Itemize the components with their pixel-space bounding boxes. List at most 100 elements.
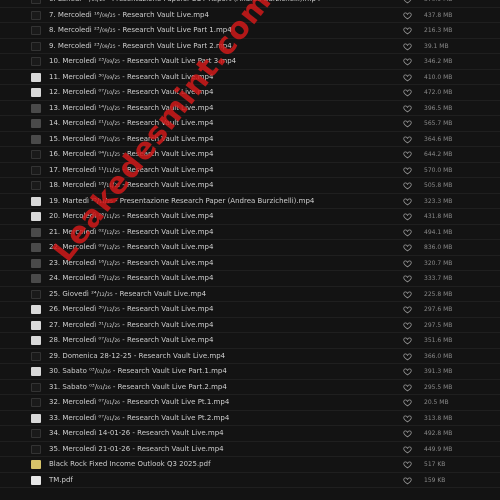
- file-name[interactable]: 35. Mercoledì 21-01-26 - Research Vault …: [49, 444, 224, 455]
- file-name[interactable]: Black Rock Fixed Income Outlook Q3 2025.…: [49, 459, 211, 470]
- file-row[interactable]: 35. Mercoledì 21-01-26 - Research Vault …: [0, 442, 500, 457]
- favorite-heart-icon[interactable]: [403, 445, 412, 454]
- favorite-heart-icon[interactable]: [403, 181, 412, 190]
- favorite-heart-icon[interactable]: [403, 274, 412, 283]
- favorite-heart-icon[interactable]: [403, 150, 412, 159]
- file-row[interactable]: 16. Mercoledì ⁰⁴/₁₁/₂₅ - Research Vault …: [0, 147, 500, 163]
- file-row[interactable]: 28. Mercoledì ⁰⁷/₀₁/₂₆ - Research Vault …: [0, 333, 500, 349]
- file-name[interactable]: 7. Mercoledì ¹⁶/₀₉/₂₅ - Research Vault L…: [49, 10, 209, 21]
- favorite-heart-icon[interactable]: [403, 73, 412, 82]
- file-row[interactable]: 13. Mercoledì ¹⁴/₁₀/₂₅ - Research Vault …: [0, 101, 500, 116]
- favorite-heart-icon[interactable]: [403, 0, 412, 4]
- video-thumbnail-icon: [31, 398, 41, 407]
- file-row[interactable]: 21. Mercoledì ⁰²/₁₂/₂₅ - Research Vault …: [0, 225, 500, 240]
- favorite-heart-icon[interactable]: [403, 290, 412, 299]
- file-name[interactable]: 9. Mercoledì ²³/₀₉/₂₅ - Research Vault L…: [49, 41, 232, 52]
- file-name[interactable]: 25. Giovedì ²⁴/₁₂/₂₅ - Research Vault Li…: [49, 289, 206, 300]
- favorite-heart-icon[interactable]: [403, 352, 412, 361]
- file-name[interactable]: 14. Mercoledì ²¹/₁₀/₂₅ - Research Vault …: [49, 118, 213, 129]
- favorite-heart-icon[interactable]: [403, 26, 412, 35]
- favorite-heart-icon[interactable]: [403, 104, 412, 113]
- file-row[interactable]: Black Rock Fixed Income Outlook Q3 2025.…: [0, 457, 500, 473]
- file-row[interactable]: 17. Mercoledì ¹¹/₁₁/₂₅ - Research Vault …: [0, 163, 500, 178]
- favorite-heart-icon[interactable]: [403, 383, 412, 392]
- file-name[interactable]: 11. Mercoledì ³⁰/₀₉/₂₅ - Research Vault …: [49, 72, 213, 83]
- file-row[interactable]: 8. Mercoledì ²³/₀₉/₂₅ - Research Vault L…: [0, 23, 500, 39]
- favorite-heart-icon[interactable]: [403, 212, 412, 221]
- file-name[interactable]: 23. Mercoledì ¹⁶/₁₂/₂₅ - Research Vault …: [49, 258, 213, 269]
- favorite-heart-icon[interactable]: [403, 119, 412, 128]
- favorite-heart-icon[interactable]: [403, 57, 412, 66]
- favorite-heart-icon[interactable]: [403, 197, 412, 206]
- file-row[interactable]: 30. Sabato ⁰³/₀₁/₂₆ - Research Vault Liv…: [0, 364, 500, 380]
- file-name[interactable]: 21. Mercoledì ⁰²/₁₂/₂₅ - Research Vault …: [49, 227, 213, 238]
- file-name[interactable]: 32. Mercoledì ⁰⁷/₀₁/₂₆ - Research Vault …: [49, 397, 229, 408]
- file-name[interactable]: 26. Mercoledì ³⁰/₁₂/₂₅ - Research Vault …: [49, 304, 213, 315]
- favorite-heart-icon[interactable]: [403, 367, 412, 376]
- file-name[interactable]: 20. Mercoledì ²⁶/₁₁/₂₅ - Research Vault …: [49, 211, 213, 222]
- file-row[interactable]: 9. Mercoledì ²³/₀₉/₂₅ - Research Vault L…: [0, 39, 500, 54]
- file-row[interactable]: 11. Mercoledì ³⁰/₀₉/₂₅ - Research Vault …: [0, 70, 500, 85]
- file-name[interactable]: 22. Mercoledì ⁰⁹/₁₂/₂₅ - Research Vault …: [49, 242, 213, 253]
- favorite-heart-icon[interactable]: [403, 305, 412, 314]
- file-row[interactable]: 19. Martedì ²⁵/₁₁/₂₅ - Presentazione Res…: [0, 194, 500, 209]
- file-name[interactable]: 17. Mercoledì ¹¹/₁₁/₂₅ - Research Vault …: [49, 165, 213, 176]
- file-row[interactable]: 10. Mercoledì ²³/₀₉/₂₅ - Research Vault …: [0, 54, 500, 70]
- file-row[interactable]: 25. Giovedì ²⁴/₁₂/₂₅ - Research Vault Li…: [0, 287, 500, 302]
- favorite-heart-icon[interactable]: [403, 259, 412, 268]
- file-name[interactable]: 29. Domenica 28-12-25 - Research Vault L…: [49, 351, 225, 362]
- file-name[interactable]: 10. Mercoledì ²³/₀₉/₂₅ - Research Vault …: [49, 56, 236, 67]
- file-name[interactable]: TM.pdf: [49, 475, 73, 486]
- file-row[interactable]: TM.pdf 159 KB: [0, 473, 500, 488]
- file-size: 320.7 MB: [424, 259, 453, 267]
- file-name[interactable]: 27. Mercoledì ³¹/₁₂/₂₅ - Research Vault …: [49, 320, 213, 331]
- file-row[interactable]: 31. Sabato ⁰³/₀₁/₂₆ - Research Vault Liv…: [0, 380, 500, 395]
- file-row[interactable]: 23. Mercoledì ¹⁶/₁₂/₂₅ - Research Vault …: [0, 256, 500, 271]
- file-row[interactable]: 27. Mercoledì ³¹/₁₂/₂₅ - Research Vault …: [0, 318, 500, 333]
- file-row[interactable]: 26. Mercoledì ³⁰/₁₂/₂₅ - Research Vault …: [0, 302, 500, 318]
- video-thumbnail-icon: [31, 258, 41, 268]
- file-name[interactable]: 8. Mercoledì ²³/₀₉/₂₅ - Research Vault L…: [49, 25, 232, 36]
- file-row[interactable]: 15. Mercoledì ²⁸/₁₀/₂₅ - Research Vault …: [0, 132, 500, 147]
- favorite-heart-icon[interactable]: [403, 42, 412, 51]
- favorite-heart-icon[interactable]: [403, 414, 412, 423]
- favorite-heart-icon[interactable]: [403, 88, 412, 97]
- file-name[interactable]: 28. Mercoledì ⁰⁷/₀₁/₂₆ - Research Vault …: [49, 335, 213, 346]
- file-row[interactable]: 18. Mercoledì ¹⁸/₁₁/₂₅ - Research Vault …: [0, 178, 500, 194]
- file-name[interactable]: 12. Mercoledì ⁰⁷/₁₀/₂₅ - Research Vault …: [49, 87, 213, 98]
- file-name[interactable]: 31. Sabato ⁰³/₀₁/₂₆ - Research Vault Liv…: [49, 382, 227, 393]
- favorite-heart-icon[interactable]: [403, 243, 412, 252]
- file-row[interactable]: 22. Mercoledì ⁰⁹/₁₂/₂₅ - Research Vault …: [0, 240, 500, 256]
- file-row[interactable]: 14. Mercoledì ²¹/₁₀/₂₅ - Research Vault …: [0, 116, 500, 132]
- favorite-heart-icon[interactable]: [403, 166, 412, 175]
- file-name[interactable]: 19. Martedì ²⁵/₁₁/₂₅ - Presentazione Res…: [49, 196, 314, 207]
- file-name[interactable]: 34. Mercoledì 14-01-26 - Research Vault …: [49, 428, 224, 439]
- file-row[interactable]: 7. Mercoledì ¹⁶/₀₉/₂₅ - Research Vault L…: [0, 8, 500, 23]
- favorite-heart-icon[interactable]: [403, 476, 412, 485]
- file-row[interactable]: 32. Mercoledì ⁰⁷/₀₁/₂₆ - Research Vault …: [0, 395, 500, 411]
- file-name[interactable]: 30. Sabato ⁰³/₀₁/₂₆ - Research Vault Liv…: [49, 366, 227, 377]
- file-row[interactable]: 20. Mercoledì ²⁶/₁₁/₂₅ - Research Vault …: [0, 209, 500, 225]
- favorite-heart-icon[interactable]: [403, 228, 412, 237]
- file-row[interactable]: 29. Domenica 28-12-25 - Research Vault L…: [0, 349, 500, 364]
- file-name[interactable]: 15. Mercoledì ²⁸/₁₀/₂₅ - Research Vault …: [49, 134, 213, 145]
- file-name[interactable]: 6. Lunedì ¹⁰/₀₉/₂₅ - Presentazione Paper…: [49, 0, 320, 5]
- file-name[interactable]: 16. Mercoledì ⁰⁴/₁₁/₂₅ - Research Vault …: [49, 149, 213, 160]
- favorite-heart-icon[interactable]: [403, 398, 412, 407]
- file-name[interactable]: 18. Mercoledì ¹⁸/₁₁/₂₅ - Research Vault …: [49, 180, 213, 191]
- file-row[interactable]: 33. Mercoledì ⁰⁷/₀₁/₂₆ - Research Vault …: [0, 411, 500, 426]
- file-name[interactable]: 33. Mercoledì ⁰⁷/₀₁/₂₆ - Research Vault …: [49, 413, 229, 424]
- favorite-heart-icon[interactable]: [403, 336, 412, 345]
- file-row[interactable]: 12. Mercoledì ⁰⁷/₁₀/₂₅ - Research Vault …: [0, 85, 500, 101]
- favorite-heart-icon[interactable]: [403, 135, 412, 144]
- file-row[interactable]: 24. Mercoledì ²³/₁₂/₂₅ - Research Vault …: [0, 271, 500, 287]
- favorite-heart-icon[interactable]: [403, 11, 412, 20]
- file-name[interactable]: 13. Mercoledì ¹⁴/₁₀/₂₅ - Research Vault …: [49, 103, 213, 114]
- file-row[interactable]: 34. Mercoledì 14-01-26 - Research Vault …: [0, 426, 500, 442]
- favorite-heart-icon[interactable]: [403, 321, 412, 330]
- file-name[interactable]: 24. Mercoledì ²³/₁₂/₂₅ - Research Vault …: [49, 273, 213, 284]
- file-row[interactable]: 6. Lunedì ¹⁰/₀₉/₂₅ - Presentazione Paper…: [0, 0, 500, 8]
- favorite-heart-icon[interactable]: [403, 429, 412, 438]
- file-list: 6. Lunedì ¹⁰/₀₉/₂₅ - Presentazione Paper…: [0, 0, 500, 488]
- favorite-heart-icon[interactable]: [403, 460, 412, 469]
